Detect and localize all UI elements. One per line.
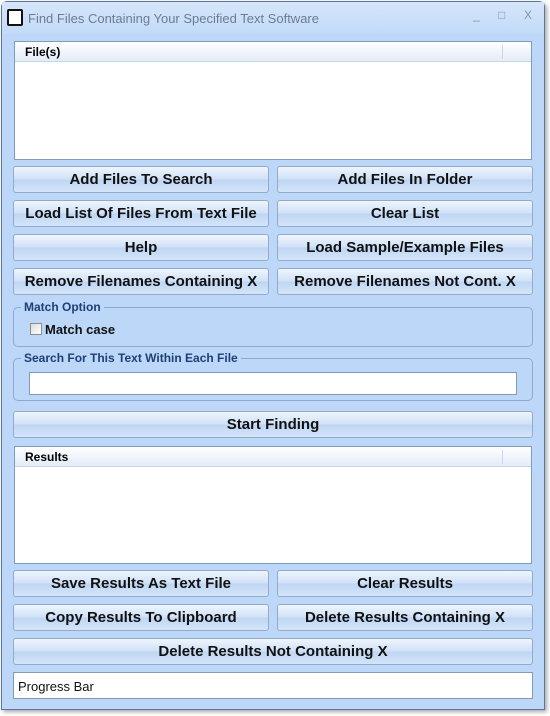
start-finding-button[interactable]: Start Finding bbox=[13, 411, 533, 438]
match-case-label[interactable]: Match case bbox=[45, 322, 115, 337]
window-title: Find Files Containing Your Specified Tex… bbox=[28, 11, 319, 26]
app-document-icon bbox=[7, 9, 23, 26]
files-column-header: File(s) bbox=[25, 45, 61, 59]
maximize-button[interactable]: □ bbox=[498, 8, 505, 22]
delete-not-containing-button[interactable]: Delete Results Not Containing X bbox=[13, 638, 533, 665]
load-sample-button[interactable]: Load Sample/Example Files bbox=[277, 234, 533, 261]
minimize-button[interactable]: _ bbox=[473, 8, 480, 22]
title-bar: Find Files Containing Your Specified Tex… bbox=[2, 2, 544, 34]
load-list-button[interactable]: Load List Of Files From Text File bbox=[13, 200, 269, 227]
close-button[interactable]: X bbox=[524, 8, 532, 22]
search-text-input[interactable] bbox=[29, 372, 517, 395]
match-case-checkbox[interactable] bbox=[30, 323, 42, 335]
remove-not-containing-button[interactable]: Remove Filenames Not Cont. X bbox=[277, 268, 533, 295]
match-option-label: Match Option bbox=[21, 300, 104, 314]
results-list[interactable]: Results bbox=[14, 446, 532, 564]
app-window: Find Files Containing Your Specified Tex… bbox=[1, 1, 545, 710]
remove-containing-button[interactable]: Remove Filenames Containing X bbox=[13, 268, 269, 295]
search-text-group: Search For This Text Within Each File bbox=[13, 351, 533, 401]
search-text-label: Search For This Text Within Each File bbox=[21, 351, 241, 365]
match-option-group: Match Option Match case bbox=[13, 300, 533, 347]
clear-results-button[interactable]: Clear Results bbox=[277, 570, 533, 597]
copy-results-button[interactable]: Copy Results To Clipboard bbox=[13, 604, 269, 631]
save-results-button[interactable]: Save Results As Text File bbox=[13, 570, 269, 597]
clear-list-button[interactable]: Clear List bbox=[277, 200, 533, 227]
progress-bar: Progress Bar bbox=[13, 672, 533, 699]
results-column-header: Results bbox=[25, 450, 69, 464]
delete-containing-button[interactable]: Delete Results Containing X bbox=[277, 604, 533, 631]
files-list-header[interactable]: File(s) bbox=[15, 42, 531, 62]
add-folder-button[interactable]: Add Files In Folder bbox=[277, 166, 533, 193]
results-list-header[interactable]: Results bbox=[15, 447, 531, 467]
add-files-button[interactable]: Add Files To Search bbox=[13, 166, 269, 193]
help-button[interactable]: Help bbox=[13, 234, 269, 261]
files-list[interactable]: File(s) bbox=[14, 41, 532, 160]
